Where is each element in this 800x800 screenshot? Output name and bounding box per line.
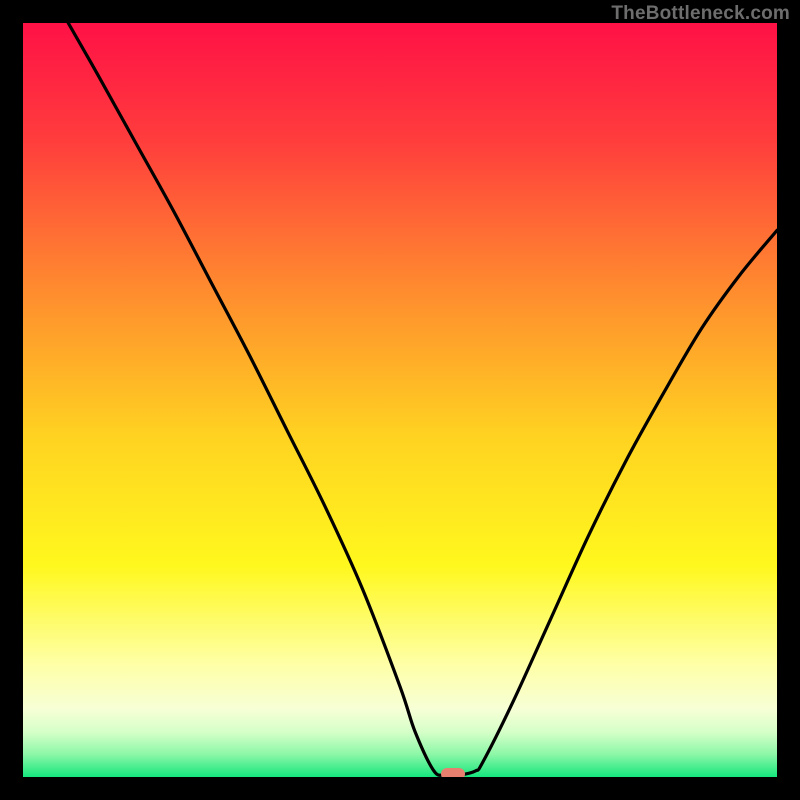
chart-container: TheBottleneck.com xyxy=(0,0,800,800)
plot-area xyxy=(23,23,777,777)
watermark-text: TheBottleneck.com xyxy=(611,3,790,25)
curve-line xyxy=(23,23,777,777)
optimal-point-marker xyxy=(441,768,465,777)
